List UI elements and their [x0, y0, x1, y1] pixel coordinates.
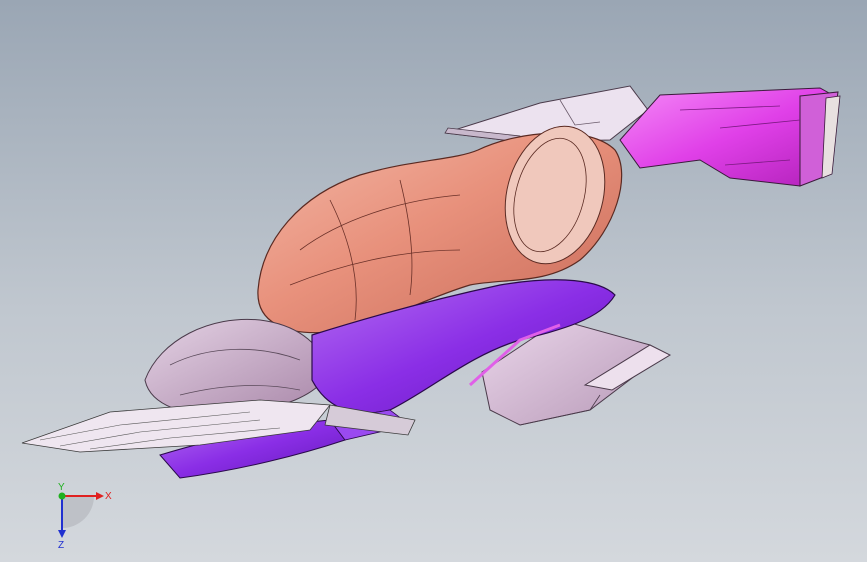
graphics-viewport[interactable]: X Y Z	[0, 0, 867, 562]
orientation-triad: X Y Z	[58, 482, 112, 550]
y-axis-dot-icon	[58, 492, 66, 500]
z-axis-label: Z	[58, 540, 64, 550]
y-axis-label: Y	[58, 482, 65, 493]
z-axis-arrow-icon	[58, 530, 66, 538]
model-view[interactable]	[0, 0, 867, 562]
rear-assembly[interactable]	[144, 318, 331, 416]
triad-shading	[62, 496, 94, 528]
x-axis-label: X	[105, 491, 112, 502]
x-axis-arrow-icon	[96, 492, 104, 500]
outlet-duct[interactable]	[619, 87, 841, 187]
